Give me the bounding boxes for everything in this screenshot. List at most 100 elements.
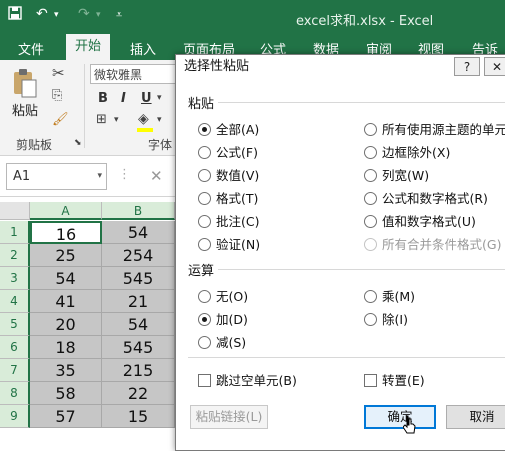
row-header[interactable]: 4 <box>0 290 30 313</box>
row-header[interactable]: 1 <box>0 221 30 244</box>
fill-color-icon[interactable]: ◈ <box>138 111 149 127</box>
paste-label[interactable]: 粘贴 <box>12 100 38 119</box>
fill-color-swatch <box>137 128 153 132</box>
radio-icon <box>364 169 377 182</box>
cell-a1[interactable]: 16 <box>30 221 102 244</box>
radio-op-none[interactable]: 无(O) <box>198 286 248 305</box>
radio-paste-validation[interactable]: 验证(N) <box>198 234 260 253</box>
cancel-button[interactable]: 取消 <box>446 405 505 429</box>
radio-all-merging-conditional-formats: 所有合并条件格式(G) <box>364 234 501 253</box>
radio-icon <box>364 123 377 136</box>
save-icon[interactable] <box>8 6 22 24</box>
radio-icon <box>198 192 211 205</box>
undo-dropdown-icon[interactable]: ▾ <box>54 10 59 20</box>
tab-insert[interactable]: 插入 <box>130 39 156 58</box>
row-header[interactable]: 3 <box>0 267 30 290</box>
font-group-label: 字体 <box>148 138 173 152</box>
options-divider <box>188 357 505 358</box>
cell-a6[interactable]: 18 <box>30 336 102 359</box>
radio-icon <box>198 169 211 182</box>
border-dropdown-icon[interactable]: ▾ <box>114 115 119 125</box>
radio-icon <box>198 238 211 251</box>
cell-b9[interactable]: 15 <box>102 405 175 428</box>
cell-b3[interactable]: 545 <box>102 267 175 290</box>
paste-section-divider <box>218 102 505 103</box>
formula-bar-separator: ⋮ <box>118 167 131 182</box>
radio-all-except-borders[interactable]: 边框除外(X) <box>364 142 450 161</box>
cell-b4[interactable]: 21 <box>102 290 175 313</box>
checkbox-skip-blanks[interactable]: 跳过空单元(B) <box>198 370 297 389</box>
clipboard-launcher-icon[interactable]: ⬊ <box>74 138 82 148</box>
radio-paste-formulas[interactable]: 公式(F) <box>198 142 258 161</box>
cell-b2[interactable]: 254 <box>102 244 175 267</box>
italic-button[interactable]: I <box>121 91 126 106</box>
radio-op-subtract[interactable]: 减(S) <box>198 332 246 351</box>
cell-b8[interactable]: 22 <box>102 382 175 405</box>
fill-color-dropdown-icon[interactable]: ▾ <box>157 115 162 125</box>
ok-button[interactable]: 确定 <box>364 405 436 434</box>
cell-b5[interactable]: 54 <box>102 313 175 336</box>
ribbon-divider <box>84 64 85 148</box>
radio-icon <box>364 313 377 326</box>
checkbox-icon <box>198 374 211 387</box>
radio-paste-all[interactable]: 全部(A) <box>198 119 259 138</box>
radio-paste-formats[interactable]: 格式(T) <box>198 188 258 207</box>
row-header[interactable]: 6 <box>0 336 30 359</box>
radio-values-and-number-formats[interactable]: 值和数字格式(U) <box>364 211 476 230</box>
cell-a7[interactable]: 35 <box>30 359 102 382</box>
paste-icon[interactable] <box>12 68 38 101</box>
radio-op-divide[interactable]: 除(I) <box>364 309 408 328</box>
cell-a4[interactable]: 41 <box>30 290 102 313</box>
copy-icon[interactable]: ⎘ <box>52 88 62 103</box>
radio-formulas-and-number-formats[interactable]: 公式和数字格式(R) <box>364 188 488 207</box>
name-box[interactable]: A1 ▾ <box>6 163 107 190</box>
cell-a3[interactable]: 54 <box>30 267 102 290</box>
row-header[interactable]: 8 <box>0 382 30 405</box>
underline-dropdown-icon[interactable]: ▾ <box>157 93 162 103</box>
cell-a9[interactable]: 57 <box>30 405 102 428</box>
checkbox-transpose[interactable]: 转置(E) <box>364 370 425 389</box>
radio-icon <box>198 146 211 159</box>
cell-a5[interactable]: 20 <box>30 313 102 336</box>
close-button[interactable]: ✕ <box>484 57 505 76</box>
border-icon[interactable]: ⊞ <box>96 112 107 127</box>
cell-a2[interactable]: 25 <box>30 244 102 267</box>
operation-section-divider <box>218 269 505 270</box>
cell-a8[interactable]: 58 <box>30 382 102 405</box>
undo-icon[interactable]: ↶ <box>36 6 48 22</box>
cancel-entry-icon[interactable]: ✕ <box>150 167 163 185</box>
cell-b7[interactable]: 215 <box>102 359 175 382</box>
radio-op-multiply[interactable]: 乘(M) <box>364 286 415 305</box>
redo-dropdown-icon: ▾ <box>96 10 101 20</box>
paste-link-button: 粘贴链接(L) <box>190 405 268 429</box>
redo-icon: ↷ <box>78 6 90 22</box>
row-header[interactable]: 2 <box>0 244 30 267</box>
row-header[interactable]: 5 <box>0 313 30 336</box>
radio-paste-values[interactable]: 数值(V) <box>198 165 259 184</box>
operation-section-label: 运算 <box>188 264 215 279</box>
row-header[interactable]: 9 <box>0 405 30 428</box>
format-painter-icon[interactable]: 🖌 <box>52 112 69 127</box>
radio-column-widths[interactable]: 列宽(W) <box>364 165 429 184</box>
name-box-dropdown-icon[interactable]: ▾ <box>97 164 102 189</box>
cell-b6[interactable]: 545 <box>102 336 175 359</box>
underline-button[interactable]: U <box>141 91 152 106</box>
checkbox-icon <box>364 374 377 387</box>
cell-b1[interactable]: 54 <box>102 221 175 244</box>
bold-button[interactable]: B <box>98 91 108 106</box>
radio-all-using-source-theme[interactable]: 所有使用源主题的单元 <box>364 119 505 138</box>
tab-file[interactable]: 文件 <box>18 39 44 58</box>
select-all-corner[interactable] <box>0 202 30 220</box>
radio-disabled-icon <box>364 238 377 251</box>
column-header-a[interactable]: A <box>30 202 102 220</box>
cut-icon[interactable]: ✂ <box>52 64 65 82</box>
radio-paste-comments[interactable]: 批注(C) <box>198 211 259 230</box>
font-name-box[interactable]: 微软雅黑 <box>90 64 176 84</box>
name-box-value: A1 <box>13 169 31 184</box>
help-button[interactable]: ? <box>454 57 480 76</box>
radio-op-add[interactable]: 加(D) <box>198 309 248 328</box>
tab-home[interactable]: 开始 <box>66 34 111 60</box>
row-header[interactable]: 7 <box>0 359 30 382</box>
column-header-b[interactable]: B <box>102 202 175 220</box>
customize-toolbar-icon[interactable]: ⩡ <box>116 8 122 22</box>
